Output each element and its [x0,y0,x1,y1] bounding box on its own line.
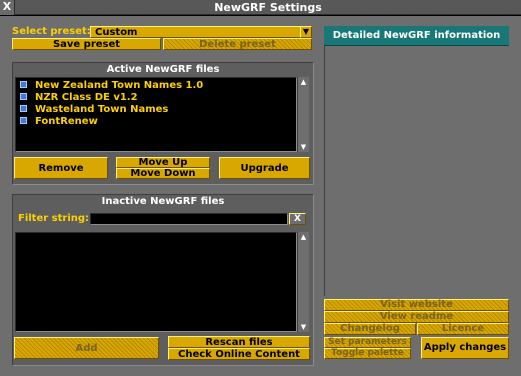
preset-dropdown[interactable]: Custom [90,26,312,38]
upgrade-button[interactable]: Upgrade [219,157,310,179]
grf-file-icon [20,92,27,100]
info-title: Detailed NewGRF information [324,26,509,46]
grf-file-icon [20,80,27,88]
active-title: Active NewGRF files [106,64,220,75]
set-parameters-button[interactable]: Set parameters [324,337,411,348]
grf-name: NZR Class DE v1.2 [35,92,138,103]
scroll-up-icon[interactable]: ▲ [298,232,309,242]
grf-name: New Zealand Town Names 1.0 [35,80,204,91]
close-icon[interactable]: X [0,0,15,15]
grf-name: Wasteland Town Names [35,104,169,115]
scroll-down-icon[interactable]: ▼ [298,142,309,152]
preset-value: Custom [95,27,138,38]
remove-button[interactable]: Remove [14,157,108,179]
active-list[interactable]: New Zealand Town Names 1.0 NZR Class DE … [15,77,297,152]
licence-button[interactable]: Licence [417,323,509,335]
window-title: NewGRF Settings [214,1,322,14]
toggle-palette-button[interactable]: Toggle palette [324,348,411,359]
inactive-title: Inactive NewGRF files [101,196,225,207]
inactive-scrollbar[interactable]: ▲ ▼ [297,232,309,332]
delete-preset-button[interactable]: Delete preset [163,38,312,50]
scroll-up-icon[interactable]: ▲ [298,77,309,87]
grf-file-icon [20,104,27,112]
apply-changes-button[interactable]: Apply changes [421,337,509,359]
list-item[interactable]: NZR Class DE v1.2 [20,92,296,104]
list-item[interactable]: New Zealand Town Names 1.0 [20,80,296,92]
rescan-files-button[interactable]: Rescan files [168,336,310,348]
move-down-button[interactable]: Move Down [116,168,210,179]
move-up-button[interactable]: Move Up [116,157,210,168]
scroll-down-icon[interactable]: ▼ [298,322,309,332]
changelog-button[interactable]: Changelog [324,323,416,335]
grf-file-icon [20,116,27,124]
add-button[interactable]: Add [14,337,159,359]
save-preset-button[interactable]: Save preset [12,38,161,50]
clear-filter-icon[interactable]: X [289,213,306,225]
active-scrollbar[interactable]: ▲ ▼ [297,77,309,152]
visit-website-button[interactable]: Visit website [324,299,509,311]
view-readme-button[interactable]: View readme [324,311,509,323]
list-item[interactable]: FontRenew [20,116,296,128]
select-preset-label: Select preset: [12,26,91,37]
dropdown-arrow-icon[interactable]: ▼ [300,26,312,38]
filter-input[interactable] [90,213,288,225]
filter-label: Filter string: [18,213,90,224]
check-online-button[interactable]: Check Online Content [168,348,310,360]
info-panel [324,26,509,296]
grf-name: FontRenew [35,116,98,127]
inactive-list[interactable] [15,232,297,332]
list-item[interactable]: Wasteland Town Names [20,104,296,116]
